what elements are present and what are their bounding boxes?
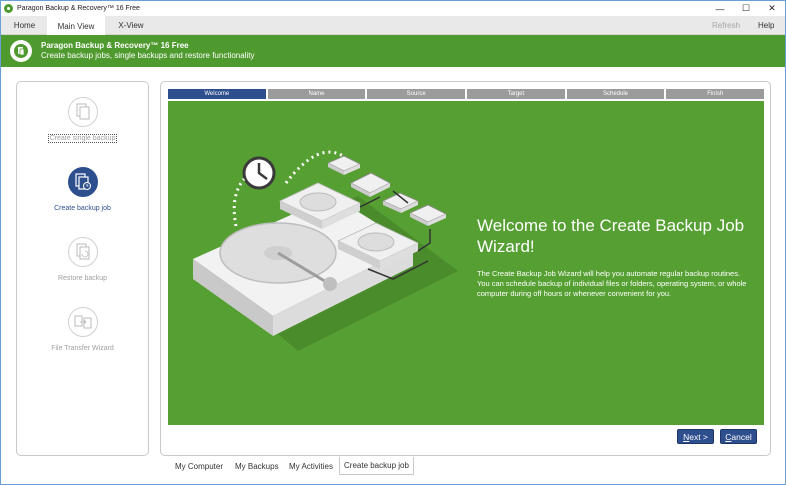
sidebar-item-file-transfer-wizard[interactable]: File Transfer Wizard bbox=[17, 307, 148, 355]
single-backup-icon bbox=[67, 97, 98, 127]
backup-job-icon bbox=[67, 167, 98, 197]
step-name: Name bbox=[267, 89, 366, 99]
step-source: Source bbox=[367, 89, 466, 99]
left-nav-panel: Create single backup Create backup job R… bbox=[16, 81, 149, 456]
refresh-button[interactable]: Refresh bbox=[712, 16, 740, 35]
tab-home[interactable]: Home bbox=[3, 16, 46, 35]
tab-my-backups[interactable]: My Backups bbox=[235, 457, 279, 475]
cancel-label: ancel bbox=[731, 431, 752, 442]
step-finish: Finish bbox=[666, 89, 765, 99]
restore-icon bbox=[67, 237, 98, 267]
wizard-welcome-page: Welcome to the Create Backup Job Wizard!… bbox=[168, 101, 764, 425]
app-logo-icon bbox=[4, 4, 13, 13]
minimize-button[interactable]: — bbox=[707, 1, 733, 16]
wizard-steps: Welcome Name Source Target Schedule Fini… bbox=[168, 89, 765, 100]
menu-bar: Home Main View X-View Refresh Help bbox=[1, 16, 785, 36]
banner-title: Paragon Backup & Recovery™ 16 Free bbox=[41, 41, 189, 50]
small-drive-4 bbox=[350, 172, 391, 197]
next-button[interactable]: Next > bbox=[677, 429, 714, 444]
paragon-logo-icon bbox=[10, 40, 32, 62]
header-banner: Paragon Backup & Recovery™ 16 Free Creat… bbox=[1, 35, 785, 67]
wizard-panel: Welcome Name Source Target Schedule Fini… bbox=[160, 81, 771, 456]
sidebar-item-label: Create single backup bbox=[47, 134, 118, 143]
sidebar-item-label: Restore backup bbox=[57, 275, 108, 282]
file-transfer-icon bbox=[67, 307, 98, 337]
window-title: Paragon Backup & Recovery™ 16 Free bbox=[17, 5, 140, 12]
close-button[interactable]: ✕ bbox=[759, 1, 785, 16]
window-controls: — ☐ ✕ bbox=[707, 1, 785, 16]
cancel-button[interactable]: Cancel bbox=[720, 429, 757, 444]
tab-x-view[interactable]: X-View bbox=[107, 16, 155, 35]
wizard-headline: Welcome to the Create Backup Job Wizard! bbox=[477, 216, 745, 256]
step-target: Target bbox=[467, 89, 565, 99]
hard-drive-backup-illustration bbox=[193, 150, 458, 351]
title-bar: Paragon Backup & Recovery™ 16 Free — ☐ ✕ bbox=[1, 1, 785, 16]
tab-main-view[interactable]: Main View bbox=[47, 16, 105, 36]
next-label: ext > bbox=[689, 431, 708, 442]
step-welcome: Welcome bbox=[168, 89, 266, 99]
small-drive-6 bbox=[409, 204, 447, 226]
sidebar-item-create-backup-job[interactable]: Create backup job bbox=[17, 167, 148, 215]
wizard-description: The Create Backup Job Wizard will help y… bbox=[477, 269, 747, 298]
tab-create-backup-job[interactable]: Create backup job bbox=[339, 457, 414, 475]
help-button[interactable]: Help bbox=[758, 16, 774, 35]
sidebar-item-label: Create backup job bbox=[54, 205, 111, 212]
tab-my-computer[interactable]: My Computer bbox=[175, 457, 223, 475]
banner-subtitle: Create backup jobs, single backups and r… bbox=[41, 51, 255, 60]
small-drive-3 bbox=[327, 155, 361, 175]
step-schedule: Schedule bbox=[566, 89, 665, 99]
app-window: Paragon Backup & Recovery™ 16 Free — ☐ ✕… bbox=[0, 0, 786, 485]
sidebar-item-restore-backup[interactable]: Restore backup bbox=[17, 237, 148, 285]
maximize-button[interactable]: ☐ bbox=[733, 1, 759, 16]
sidebar-item-label: File Transfer Wizard bbox=[51, 345, 114, 352]
sidebar-item-create-single-backup[interactable]: Create single backup bbox=[17, 97, 148, 145]
tab-my-activities[interactable]: My Activities bbox=[289, 457, 333, 475]
small-drive-5 bbox=[382, 192, 419, 213]
